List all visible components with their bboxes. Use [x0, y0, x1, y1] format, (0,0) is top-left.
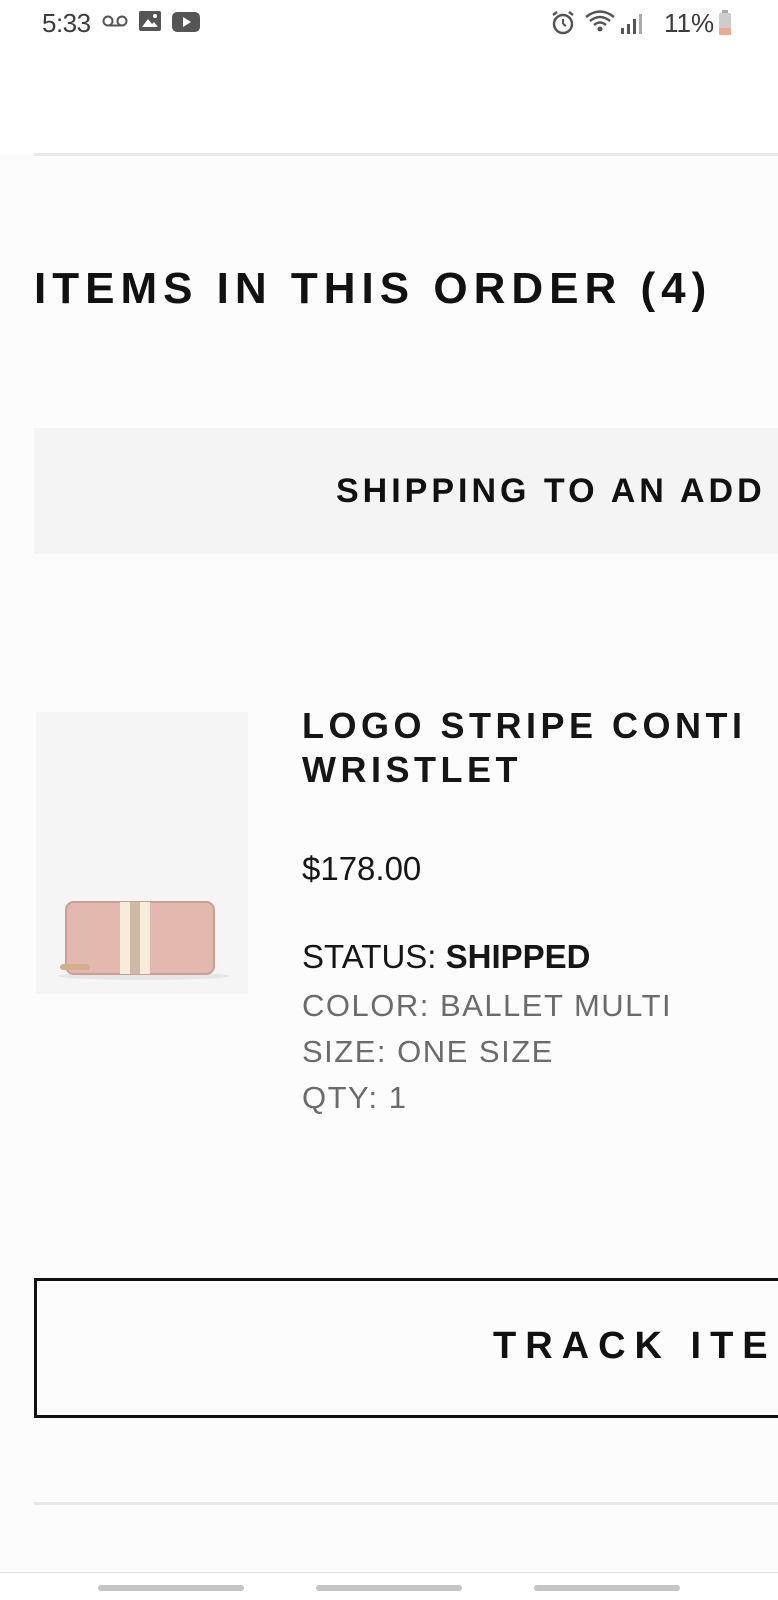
product-color: COLOR: BALLET MULTI [302, 988, 673, 1023]
shipping-label: SHIPPING TO AN ADD [336, 472, 766, 510]
youtube-icon [172, 12, 200, 32]
system-nav-bar [0, 1572, 778, 1600]
nav-back-button[interactable] [534, 1585, 680, 1591]
status-bar: 5:33 11% [0, 0, 778, 48]
order-details-screen: 5:33 11% ITEMS IN THIS ORDER (4) SHIPPIN… [0, 0, 778, 1600]
image-icon [139, 11, 161, 31]
battery-icon [719, 10, 731, 35]
nav-recents-button[interactable] [98, 1585, 244, 1591]
status-label: STATUS: [302, 938, 437, 975]
wristlet-image [36, 712, 248, 994]
battery-percent: 11% [664, 8, 715, 38]
product-name[interactable]: LOGO STRIPE CONTI WRISTLET [302, 704, 778, 792]
section-title: ITEMS IN THIS ORDER (4) [34, 264, 713, 313]
bottom-divider [34, 1502, 778, 1505]
nav-home-button[interactable] [316, 1585, 462, 1591]
product-size: SIZE: ONE SIZE [302, 1034, 554, 1069]
app-header [0, 48, 778, 154]
wifi-icon [585, 10, 615, 32]
product-qty: QTY: 1 [302, 1080, 408, 1115]
alarm-icon [552, 11, 574, 35]
shipping-address-bar[interactable]: SHIPPING TO AN ADD [34, 428, 778, 554]
product-image[interactable] [36, 712, 248, 994]
product-status: STATUS: SHIPPED [302, 938, 591, 976]
status-time: 5:33 [42, 8, 91, 38]
product-name-line2: WRISTLET [302, 749, 522, 790]
top-divider [34, 153, 778, 156]
track-item-label: TRACK ITEM [493, 1325, 778, 1367]
status-value: SHIPPED [445, 938, 591, 975]
signal-icon [621, 14, 642, 34]
product-price: $178.00 [302, 850, 422, 887]
voicemail-icon [102, 15, 128, 27]
product-name-line1: LOGO STRIPE CONTI [302, 705, 747, 746]
track-item-button[interactable]: TRACK ITEM [34, 1278, 778, 1418]
